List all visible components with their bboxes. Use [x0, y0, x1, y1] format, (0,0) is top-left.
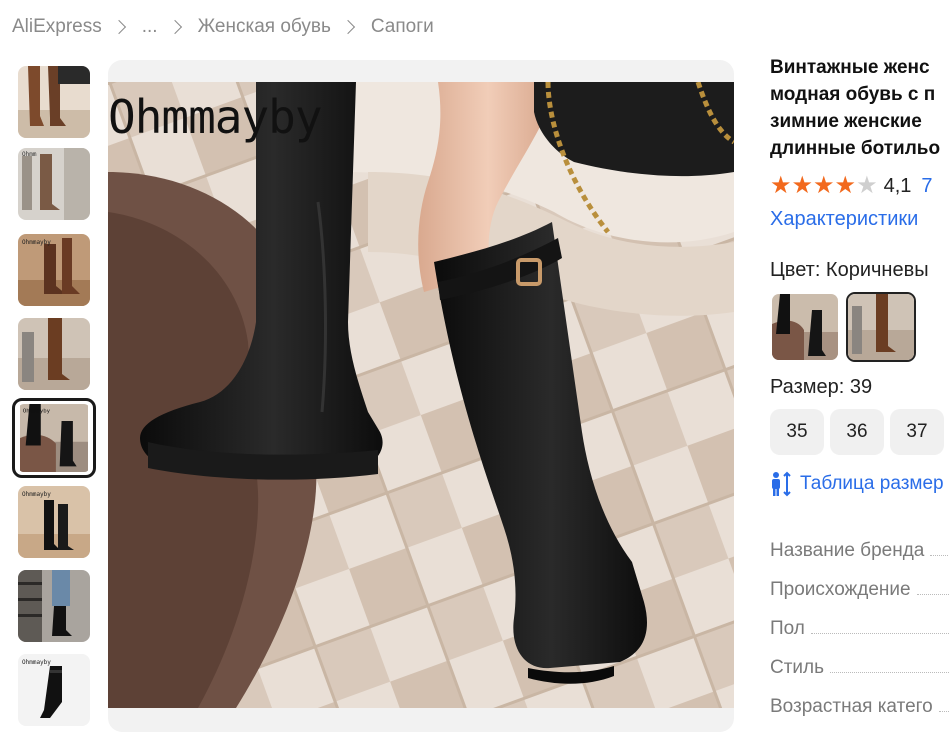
- thumbnail-image: [18, 570, 90, 642]
- property-row: Происхождение: [770, 570, 949, 609]
- product-title-line-2: модная обувь с п: [770, 84, 936, 105]
- product-title-line-4: длинные ботильо: [770, 138, 941, 159]
- star-filled-icon: ★: [791, 172, 814, 199]
- color-swatch-1[interactable]: [770, 292, 840, 362]
- svg-text:Ohmmayby: Ohmmayby: [22, 491, 51, 498]
- property-name: Возрастная катего: [770, 695, 933, 717]
- svg-text:Ohmmayby: Ohmmayby: [22, 239, 51, 246]
- svg-text:Ohmmayby: Ohmmayby: [22, 659, 51, 666]
- thumbnail-image: Ohmmayby: [18, 486, 90, 558]
- size-table-link[interactable]: Таблица размер: [770, 471, 949, 497]
- breadcrumb-womens-shoes[interactable]: Женская обувь: [198, 16, 331, 38]
- dotted-leader: [810, 633, 949, 634]
- rating-row: ★ ★ ★ ★ ★ 4,1 7: [770, 174, 949, 198]
- product-title: Винтажные женс модная обувь с п зимние ж…: [770, 54, 949, 162]
- breadcrumb-ellipsis[interactable]: ...: [142, 16, 158, 38]
- product-title-line-3: зимние женские: [770, 111, 922, 132]
- thumbnail-1[interactable]: [18, 66, 90, 138]
- thumbnail-6[interactable]: Ohmmayby: [18, 486, 90, 558]
- property-row: Стиль: [770, 648, 949, 687]
- chevron-right-icon: [340, 19, 355, 35]
- thumbnail-8[interactable]: Ohmmayby: [18, 654, 90, 726]
- size-option-36[interactable]: 36: [830, 409, 884, 455]
- dotted-leader: [830, 672, 949, 673]
- size-person-icon: [772, 471, 791, 497]
- thumbnail-image: Ohmmayby: [18, 654, 90, 726]
- breadcrumb-aliexpress[interactable]: AliExpress: [12, 16, 102, 38]
- color-label: Цвет: Коричневы: [770, 259, 929, 281]
- thumbnail-5-active[interactable]: Ohmmayby: [12, 398, 96, 478]
- thumbnail-7[interactable]: [18, 570, 90, 642]
- reviews-link[interactable]: 7: [921, 175, 932, 198]
- swatch-image: [848, 294, 914, 360]
- main-product-image[interactable]: Ohmmayby: [108, 82, 734, 708]
- property-row: Возрастная катего: [770, 687, 949, 726]
- properties-list: Название бренда Происхождение Пол Стиль …: [770, 531, 949, 726]
- property-row: Пол: [770, 609, 949, 648]
- specs-link[interactable]: Характеристики: [770, 208, 949, 231]
- breadcrumb-boots[interactable]: Сапоги: [371, 16, 434, 38]
- chevron-right-icon: [111, 19, 126, 35]
- property-name: Стиль: [770, 656, 825, 678]
- watermark: Ohmmayby: [108, 90, 323, 144]
- size-option-37[interactable]: 37: [890, 409, 944, 455]
- thumbnail-image: [18, 318, 90, 390]
- rating-stars: ★ ★ ★ ★ ★: [770, 174, 878, 198]
- star-filled-icon: ★: [813, 172, 835, 199]
- thumbnail-image: Ohmmayby: [20, 404, 88, 472]
- thumbnail-image: [18, 66, 90, 138]
- size-table-label: Таблица размер: [800, 473, 944, 494]
- thumbnail-2[interactable]: Ohmm: [18, 148, 90, 220]
- star-empty-icon: ★: [856, 172, 878, 199]
- breadcrumb: AliExpress ... Женская обувь Сапоги: [12, 14, 434, 40]
- property-name: Пол: [770, 617, 805, 639]
- boots-photo: [108, 82, 734, 708]
- color-swatches: [770, 292, 949, 362]
- color-swatch-2-selected[interactable]: [846, 292, 916, 362]
- size-options: 35 36 37: [770, 409, 949, 455]
- size-option-35[interactable]: 35: [770, 409, 824, 455]
- dotted-leader: [930, 555, 949, 556]
- property-name: Происхождение: [770, 578, 911, 600]
- size-label: Размер: 39: [770, 376, 873, 398]
- svg-text:Ohmmayby: Ohmmayby: [23, 409, 51, 415]
- svg-text:Ohmm: Ohmm: [22, 151, 37, 158]
- thumbnail-3[interactable]: Ohmmayby: [18, 234, 90, 306]
- dotted-leader: [916, 594, 949, 595]
- product-info: Винтажные женс модная обувь с п зимние ж…: [770, 54, 949, 726]
- dotted-leader: [938, 711, 949, 712]
- main-product-image-frame: Ohmmayby: [108, 60, 734, 732]
- thumbnail-image: Ohmm: [18, 148, 90, 220]
- chevron-right-icon: [167, 19, 182, 35]
- product-title-line-1: Винтажные женс: [770, 57, 930, 78]
- swatch-image: [772, 294, 838, 360]
- rating-value: 4,1: [883, 174, 912, 197]
- star-filled-icon: ★: [770, 172, 792, 199]
- property-row: Название бренда: [770, 531, 949, 570]
- star-filled-icon: ★: [834, 172, 857, 199]
- thumbnail-4[interactable]: [18, 318, 90, 390]
- thumbnail-image: Ohmmayby: [18, 234, 90, 306]
- property-name: Название бренда: [770, 539, 925, 561]
